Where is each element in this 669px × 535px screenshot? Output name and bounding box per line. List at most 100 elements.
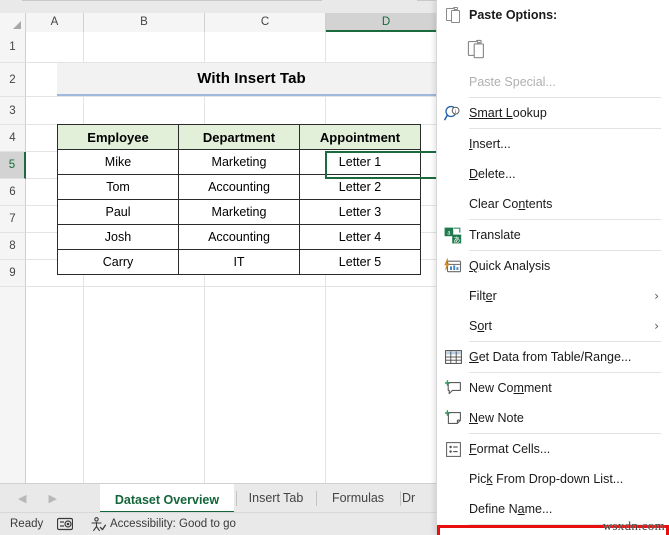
cell-appointment[interactable]: Letter 1	[299, 149, 421, 175]
cell-appointment[interactable]: Letter 3	[299, 199, 421, 225]
accessibility-status-label[interactable]: Accessibility: Good to go	[110, 516, 236, 533]
menu-label: Delete...	[469, 167, 516, 181]
column-header-c[interactable]: C	[205, 13, 326, 32]
row-header-1[interactable]: 1	[0, 32, 26, 63]
sheet-nav-next-icon[interactable]: ▶	[48, 493, 56, 505]
blank-icon-slot	[437, 494, 469, 524]
select-all-corner[interactable]	[0, 13, 26, 32]
row-header-blank	[0, 287, 26, 483]
cell-department[interactable]: IT	[178, 249, 300, 275]
menu-item-format-cells[interactable]: Format Cells...	[437, 434, 669, 464]
paste-keep-source-formatting-button[interactable]	[437, 29, 669, 67]
table-icon	[437, 342, 469, 372]
table-row[interactable]: Tom Accounting Letter 2	[57, 174, 421, 200]
menu-label: Define Name...	[469, 502, 553, 516]
ribbon-control-box-1	[22, 0, 322, 1]
table-row[interactable]: Josh Accounting Letter 4	[57, 224, 421, 250]
cell-appointment[interactable]: Letter 2	[299, 174, 421, 200]
row-header-2[interactable]: 2	[0, 63, 26, 97]
table-header-appointment: Appointment	[299, 124, 421, 150]
data-table[interactable]: Employee Department Appointment Mike Mar…	[57, 124, 421, 275]
menu-item-insert[interactable]: Insert...	[437, 129, 669, 159]
smart-lookup-icon: i	[437, 98, 469, 128]
status-ready-label: Ready	[10, 518, 44, 530]
menu-item-clear-contents[interactable]: Clear Contents	[437, 189, 669, 219]
svg-text:あ: あ	[453, 235, 460, 243]
cell-department[interactable]: Marketing	[178, 149, 300, 175]
menu-item-paste-special: Paste Special...	[437, 67, 669, 97]
menu-item-sort[interactable]: Sort ›	[437, 311, 669, 341]
menu-item-pick-from-dropdown-list[interactable]: Pick From Drop-down List...	[437, 464, 669, 494]
sheet-nav-prev-icon[interactable]: ◀	[18, 493, 26, 505]
context-menu[interactable]: Paste Options: Paste Special... i Smart …	[436, 0, 669, 535]
row-header-6[interactable]: 6	[0, 179, 26, 206]
select-all-triangle-icon	[13, 21, 21, 29]
paste-icon	[437, 0, 469, 30]
accessibility-icon[interactable]	[90, 517, 107, 534]
menu-item-new-note[interactable]: New Note	[437, 403, 669, 433]
cell-appointment[interactable]: Letter 5	[299, 249, 421, 275]
menu-item-filter[interactable]: Filter ›	[437, 281, 669, 311]
row-header-3[interactable]: 3	[0, 97, 26, 125]
column-header-a[interactable]: A	[26, 13, 84, 32]
column-header-b[interactable]: B	[84, 13, 205, 32]
sheet-tab-insert-tab[interactable]: Insert Tab	[238, 484, 314, 513]
row-header-9[interactable]: 9	[0, 260, 26, 287]
cell-employee[interactable]: Josh	[57, 224, 179, 250]
row-header-8[interactable]: 8	[0, 233, 26, 260]
row-header-4[interactable]: 4	[0, 125, 26, 152]
table-row[interactable]: Carry IT Letter 5	[57, 249, 421, 275]
new-note-icon	[437, 403, 469, 433]
tab-separator	[236, 491, 237, 506]
translate-icon: a あ	[437, 220, 469, 250]
table-header-department: Department	[178, 124, 300, 150]
menu-item-get-data-from-table-range[interactable]: Get Data from Table/Range...	[437, 342, 669, 372]
table-row[interactable]: Paul Marketing Letter 3	[57, 199, 421, 225]
row-header-5[interactable]: 5	[0, 152, 26, 179]
sheet-tab-formulas[interactable]: Formulas	[318, 484, 398, 513]
record-macro-icon[interactable]	[56, 517, 74, 534]
sheet-nav-arrows[interactable]: ◀ ▶	[18, 490, 88, 508]
menu-label: Paste Special...	[469, 75, 556, 89]
sheet-tab-dataset-overview[interactable]: Dataset Overview	[100, 484, 234, 513]
cell-employee[interactable]: Mike	[57, 149, 179, 175]
menu-item-smart-lookup[interactable]: i Smart Lookup	[437, 98, 669, 128]
menu-label: New Comment	[469, 381, 552, 395]
tab-separator	[400, 491, 401, 506]
new-comment-icon	[437, 373, 469, 403]
menu-item-new-comment[interactable]: New Comment	[437, 373, 669, 403]
chevron-right-icon: ›	[654, 289, 659, 303]
cell-department[interactable]: Accounting	[178, 174, 300, 200]
menu-label: New Note	[469, 411, 524, 425]
excel-window: A B C D E 1 2 3 4 5 6 7 8 9 With Insert …	[0, 0, 669, 535]
sheet-tab-dr[interactable]: Dr	[402, 484, 436, 513]
format-cells-icon	[437, 434, 469, 464]
menu-item-quick-analysis[interactable]: Quick Analysis	[437, 251, 669, 281]
cell-employee[interactable]: Tom	[57, 174, 179, 200]
menu-item-delete[interactable]: Delete...	[437, 159, 669, 189]
cell-employee[interactable]: Paul	[57, 199, 179, 225]
blank-icon-slot	[437, 67, 469, 97]
page-title[interactable]: With Insert Tab	[57, 63, 446, 96]
column-header-d[interactable]: D	[326, 13, 447, 32]
menu-label: Format Cells...	[469, 442, 551, 456]
menu-item-translate[interactable]: a あ Translate	[437, 220, 669, 250]
menu-label: Clear Contents	[469, 197, 553, 211]
accelerator-l: Smart L	[469, 106, 513, 120]
cell-department[interactable]: Accounting	[178, 224, 300, 250]
row-header-7[interactable]: 7	[0, 206, 26, 233]
menu-label: Smart Lookup	[469, 106, 547, 120]
menu-label: Get Data from Table/Range...	[469, 350, 632, 364]
cell-employee[interactable]: Carry	[57, 249, 179, 275]
table-header-employee: Employee	[57, 124, 179, 150]
quick-analysis-icon	[437, 251, 469, 281]
table-row[interactable]: Mike Marketing Letter 1	[57, 149, 421, 175]
cell-department[interactable]: Marketing	[178, 199, 300, 225]
cell-appointment[interactable]: Letter 4	[299, 224, 421, 250]
paste-clipboard-icon	[467, 38, 485, 58]
watermark: wsxdn.com	[602, 518, 665, 533]
blank-icon-slot	[437, 129, 469, 159]
menu-label: Pick From Drop-down List...	[469, 472, 624, 486]
menu-label: Sort	[469, 319, 492, 333]
menu-item-paste-options: Paste Options:	[437, 0, 669, 29]
